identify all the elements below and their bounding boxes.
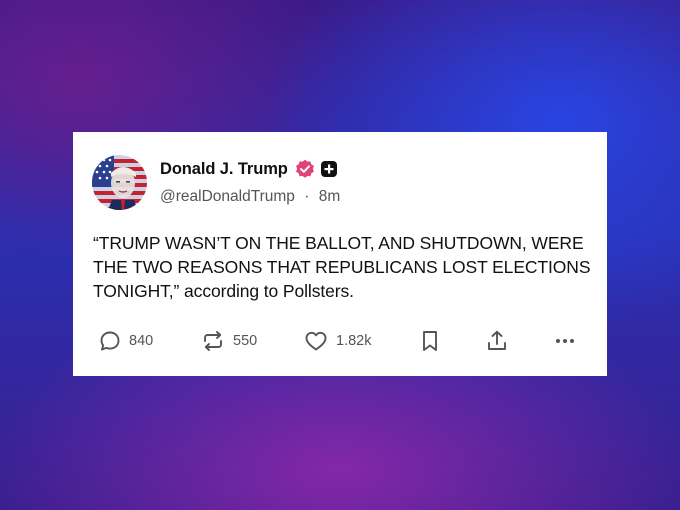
more-button[interactable] xyxy=(553,328,577,354)
avatar-image xyxy=(92,155,147,210)
bookmark-button[interactable] xyxy=(419,328,441,354)
handle[interactable]: @realDonaldTrump xyxy=(160,188,295,205)
like-icon xyxy=(304,330,328,352)
post-card: Donald J. Trump @realDonaldTrump · 8m “T… xyxy=(73,132,607,376)
share-button[interactable] xyxy=(485,328,509,354)
repost-button[interactable]: 550 xyxy=(201,328,257,354)
avatar[interactable] xyxy=(92,155,147,210)
share-icon xyxy=(485,329,509,353)
plus-badge-icon xyxy=(320,160,338,178)
post-text: “TRUMP WASN’T ON THE BALLOT, AND SHUTDOW… xyxy=(93,233,591,301)
handle-row: @realDonaldTrump · 8m xyxy=(160,188,340,206)
separator: · xyxy=(304,188,310,205)
author-row: Donald J. Trump xyxy=(160,158,338,180)
reply-icon xyxy=(99,330,121,352)
repost-icon xyxy=(201,330,225,352)
like-button[interactable]: 1.82k xyxy=(304,328,371,354)
reply-button[interactable]: 840 xyxy=(99,328,153,354)
verified-badge-icon xyxy=(295,159,315,179)
reply-count: 840 xyxy=(129,333,154,349)
display-name[interactable]: Donald J. Trump xyxy=(160,160,288,179)
timestamp[interactable]: 8m xyxy=(319,188,341,205)
repost-count: 550 xyxy=(233,333,258,349)
bookmark-icon xyxy=(419,329,441,353)
action-bar: 840 550 1.82k xyxy=(99,328,589,354)
more-icon xyxy=(553,329,577,353)
like-count: 1.82k xyxy=(336,333,372,349)
